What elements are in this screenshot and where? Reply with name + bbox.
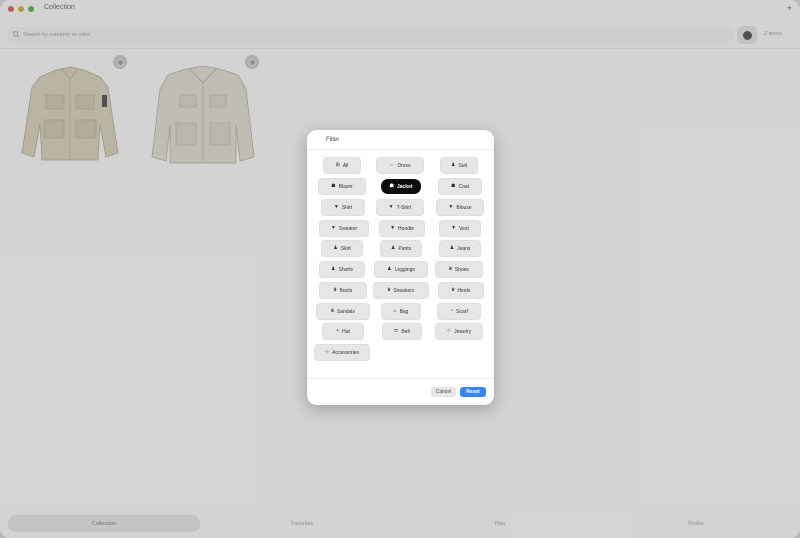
- dress-icon: ⇔: [389, 162, 395, 168]
- tshirt-icon: ▼: [388, 204, 394, 210]
- filter-chip-label: Scarf: [456, 308, 468, 315]
- tshirt-icon: ▼: [448, 204, 454, 210]
- filter-chip-boots[interactable]: ⩩ Boots: [320, 283, 366, 298]
- shoe-icon: ⩩: [451, 287, 455, 293]
- filter-chip-leggings[interactable]: ♟ Leggings: [375, 262, 427, 277]
- filter-chip-label: Pants: [398, 245, 412, 252]
- filter-chip-dress[interactable]: ⇔ Dress: [377, 158, 423, 173]
- filter-chip-label: Boots: [339, 287, 353, 294]
- filter-chip-label: Vest: [459, 225, 469, 232]
- filter-chip-sneakers[interactable]: ⩩ Sneakers: [374, 283, 428, 298]
- filter-chip-label: Skirt: [340, 245, 351, 252]
- filter-chip-skirt[interactable]: ♟ Skirt: [322, 241, 362, 256]
- dialog-divider: [307, 378, 494, 379]
- cancel-button[interactable]: Cancel: [431, 387, 456, 397]
- scarf-icon: ◔: [450, 308, 454, 314]
- filter-chip-accessories[interactable]: ⊹ Accessories: [315, 345, 369, 360]
- filter-chip-vest[interactable]: ▼ Vest: [440, 221, 480, 236]
- person-icon: ♟: [450, 162, 456, 168]
- filter-chip-label: Shorts: [338, 266, 353, 273]
- tshirt-icon: ▼: [333, 204, 339, 210]
- filter-chip-belt[interactable]: ⬭ Belt: [383, 324, 421, 339]
- filter-chip-label: Sweater: [338, 225, 358, 232]
- filter-chip-label: Accessories: [332, 349, 360, 356]
- filter-chip-label: Coat: [458, 183, 470, 190]
- dialog-divider: [307, 149, 494, 150]
- filter-chip-blouse[interactable]: ▼ Blouse: [437, 200, 483, 215]
- shoe-icon: ⩩: [449, 266, 452, 272]
- person-icon: ♟: [449, 245, 455, 251]
- shoe-icon: ⩩: [387, 287, 391, 293]
- person-icon: ♟: [331, 266, 336, 272]
- hat-icon: ◓: [336, 328, 340, 334]
- filter-chip-label: Jewelry: [454, 328, 472, 335]
- filter-chip-label: Shirt: [341, 204, 353, 211]
- shoe-icon: ⩩: [333, 287, 337, 293]
- person-icon: ♟: [333, 245, 338, 251]
- filter-chip-label: Hat: [342, 328, 350, 335]
- filter-chip-label: Shoes: [454, 266, 469, 273]
- filter-chip-label: Heels: [457, 287, 471, 294]
- filter-chip-label: T-Shirt: [396, 204, 412, 211]
- grid-icon: ⊞: [335, 162, 340, 168]
- filter-title: Filter: [326, 137, 340, 143]
- tshirt-icon: ▼: [390, 225, 396, 231]
- filter-chip-shirt[interactable]: ▼ Shirt: [322, 200, 364, 215]
- filter-chip-heels[interactable]: ⩩ Heels: [439, 283, 483, 298]
- filter-chip-jacket[interactable]: ☗ Jacket: [381, 179, 421, 194]
- bag-icon: ⌂: [393, 308, 397, 314]
- filter-chip-label: Bag: [399, 308, 409, 315]
- filter-chip-hoodie[interactable]: ▼ Hoodie: [380, 221, 424, 236]
- accessories-icon: ⊹: [324, 349, 330, 355]
- jewelry-icon: ⊹: [446, 328, 452, 334]
- person-icon: ♟: [387, 266, 392, 272]
- app-window: Collection + 2 items: [0, 0, 800, 538]
- filter-chip-label: Belt: [401, 328, 410, 335]
- filter-dialog: Filter ⊞ All ⇔ Dress ♟ Suit ☗ Blazer ☗ Jacket ☗ Coa…: [307, 130, 494, 405]
- filter-chip-coat[interactable]: ☗ Coat: [439, 179, 481, 194]
- filter-chip-label: All: [342, 162, 349, 169]
- shoe-icon: ⩩: [331, 308, 334, 314]
- filter-chip-label: Blouse: [456, 204, 472, 211]
- filter-chip-label: Jeans: [457, 245, 471, 252]
- filter-chip-jeans[interactable]: ♟ Jeans: [440, 241, 480, 256]
- tshirt-icon: ▼: [451, 225, 457, 231]
- filter-chip-suit[interactable]: ♟ Suit: [441, 158, 477, 173]
- filter-chip-sandals[interactable]: ⩩ Sandals: [317, 304, 369, 319]
- filter-chip-label: Suit: [458, 162, 468, 169]
- filter-chip-label: Sneakers: [393, 287, 415, 294]
- filter-chip-bag[interactable]: ⌂ Bag: [382, 304, 420, 319]
- filter-chip-label: Leggings: [394, 266, 415, 273]
- filter-chip-sweater[interactable]: ▼ Sweater: [320, 221, 368, 236]
- tshirt-icon: ▼: [330, 225, 336, 231]
- person-icon: ♟: [390, 245, 396, 251]
- filter-chip-scarf[interactable]: ◔ Scarf: [438, 304, 480, 319]
- filter-chip-jewelry[interactable]: ⊹ Jewelry: [436, 324, 482, 339]
- filter-chip-shoes[interactable]: ⩩ Shoes: [436, 262, 482, 277]
- filter-chip-blazer[interactable]: ☗ Blazer: [319, 179, 365, 194]
- filter-chip-pants[interactable]: ♟ Pants: [381, 241, 421, 256]
- filter-chip-label: Jacket: [396, 183, 413, 190]
- filter-chip-label: Sandals: [336, 308, 355, 315]
- filter-chip-label: Hoodie: [398, 225, 414, 232]
- reset-button[interactable]: Reset: [460, 387, 486, 397]
- filter-chip-hat[interactable]: ◓ Hat: [323, 324, 363, 339]
- jacket-icon: ☗: [331, 183, 336, 189]
- filter-chip-shorts[interactable]: ♟ Shorts: [320, 262, 364, 277]
- belt-icon: ⬭: [394, 328, 399, 334]
- jacket-icon: ☗: [389, 183, 394, 189]
- jacket-icon: ☗: [450, 183, 456, 189]
- filter-chip-t-shirt[interactable]: ▼ T-Shirt: [377, 200, 423, 215]
- filter-chip-label: Blazer: [338, 183, 353, 190]
- filter-chip-all[interactable]: ⊞ All: [324, 158, 360, 173]
- filter-chip-label: Dress: [397, 162, 411, 169]
